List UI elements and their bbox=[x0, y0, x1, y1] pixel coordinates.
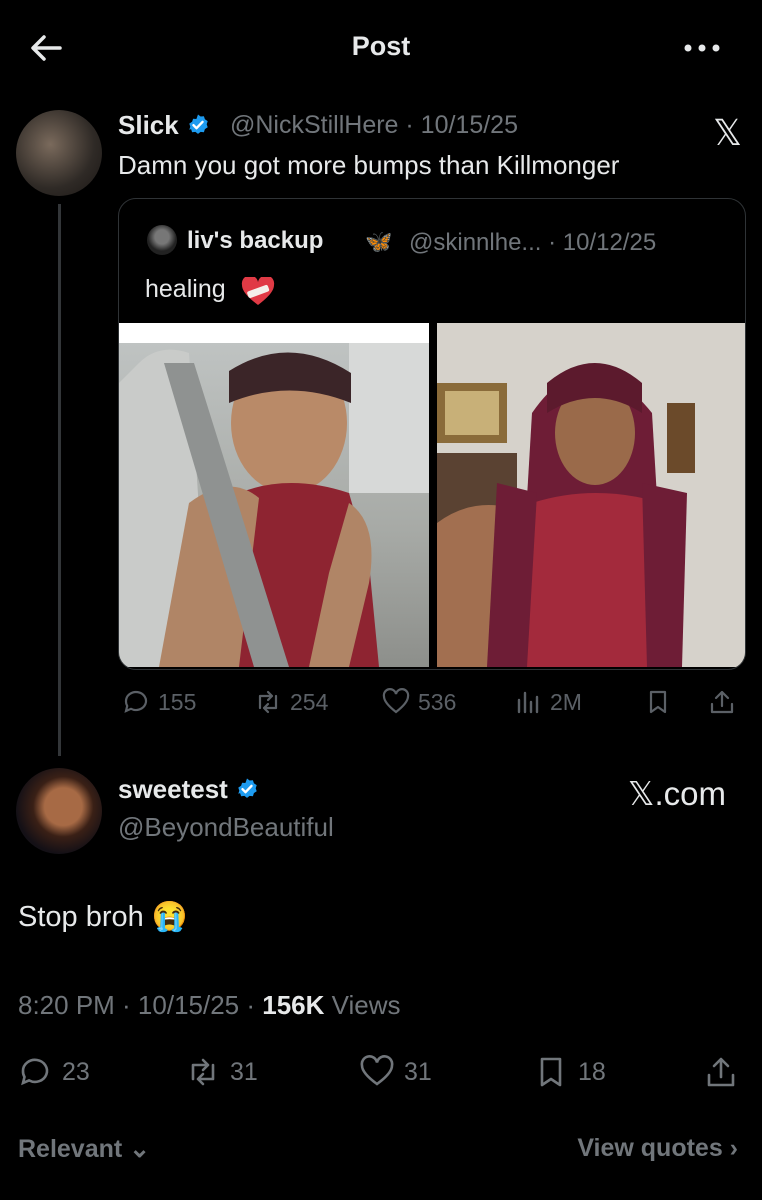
quoted-share-button[interactable] bbox=[708, 682, 736, 722]
bookmark-icon bbox=[540, 1057, 562, 1087]
share-icon bbox=[710, 690, 734, 714]
x-com-watermark: 𝕏.com bbox=[627, 775, 726, 812]
thread-line bbox=[58, 204, 61, 756]
reply-text: Stop broh 😭 bbox=[18, 900, 188, 934]
reply-icon bbox=[124, 690, 148, 713]
quoted-image-left[interactable] bbox=[119, 323, 429, 667]
reply-icon bbox=[21, 1058, 49, 1086]
heart-icon bbox=[382, 688, 410, 714]
verified-badge-icon bbox=[189, 114, 208, 134]
quoted-repost-button[interactable]: 254 bbox=[254, 682, 328, 722]
mending-heart-icon bbox=[241, 277, 275, 305]
reply-timestamp: 8:20 PM · 10/15/25 · bbox=[18, 990, 263, 1020]
reply-views-label: Views bbox=[324, 990, 401, 1020]
butterfly-icon: 🦋 bbox=[365, 229, 393, 254]
reply-actions: 23 31 31 18 bbox=[0, 1050, 762, 1094]
quoted-like-button[interactable]: 536 bbox=[382, 682, 456, 722]
quoted-views[interactable]: 2M bbox=[514, 682, 582, 722]
quoted-author-name: liv's backup bbox=[187, 227, 324, 254]
top-bar: Post bbox=[0, 0, 762, 96]
heart-icon bbox=[360, 1055, 394, 1086]
quoted-tweet-card[interactable]: liv's backup 🦋 @skinnlhe... · 10/12/25 h… bbox=[118, 198, 746, 670]
reply-button[interactable]: 23 bbox=[18, 1050, 90, 1094]
share-button[interactable] bbox=[704, 1050, 738, 1094]
tweet-handle-date: @NickStillHere · 10/15/25 bbox=[230, 111, 518, 139]
quoted-bookmark-button[interactable] bbox=[644, 682, 672, 722]
quoted-like-count: 536 bbox=[418, 688, 457, 715]
crying-face-emoji: 😭 bbox=[151, 901, 188, 933]
reply-count: 23 bbox=[62, 1057, 90, 1086]
repost-button[interactable]: 31 bbox=[186, 1050, 258, 1094]
repost-icon bbox=[191, 1058, 215, 1086]
reply-meta: 8:20 PM · 10/15/25 · 156K Views bbox=[18, 990, 401, 1021]
quoted-reply-count: 155 bbox=[158, 688, 197, 715]
repost-icon bbox=[258, 690, 278, 714]
reply-handle: @BeyondBeautiful bbox=[118, 812, 334, 842]
avatar-slick[interactable] bbox=[16, 110, 102, 196]
avatar-sweetest[interactable] bbox=[16, 768, 102, 854]
like-count: 31 bbox=[404, 1057, 432, 1086]
reply-text-body: Stop broh bbox=[18, 901, 144, 933]
like-button[interactable]: 31 bbox=[360, 1050, 432, 1094]
quoted-views-count: 2M bbox=[550, 688, 582, 715]
reply-author[interactable]: sweetest bbox=[118, 774, 259, 805]
quoted-image-right[interactable] bbox=[437, 323, 745, 667]
page-title: Post bbox=[351, 31, 411, 61]
bookmark-icon bbox=[649, 690, 667, 714]
verified-badge-icon bbox=[238, 778, 257, 798]
tweet-text: Damn you got more bumps than Killmonger bbox=[118, 150, 620, 180]
analytics-icon bbox=[517, 691, 539, 714]
tweet-author[interactable]: Slick bbox=[118, 110, 210, 141]
x-logo-icon: 𝕏 bbox=[712, 112, 742, 153]
photo-right-illustration bbox=[437, 323, 745, 667]
repost-count: 31 bbox=[230, 1057, 258, 1086]
relevant-sort-dropdown[interactable]: Relevant ⌄ bbox=[18, 1134, 150, 1164]
author-name: Slick bbox=[118, 110, 179, 140]
more-options-icon[interactable] bbox=[682, 36, 722, 60]
reply-author-name: sweetest bbox=[118, 774, 228, 804]
share-icon bbox=[707, 1057, 735, 1087]
bookmark-button[interactable]: 18 bbox=[534, 1050, 606, 1094]
view-quotes-link[interactable]: View quotes › bbox=[577, 1134, 738, 1163]
quoted-handle-date: @skinnlhe... · 10/12/25 bbox=[409, 229, 657, 256]
reply-views-count: 156K bbox=[262, 990, 325, 1020]
bookmark-count: 18 bbox=[578, 1057, 606, 1086]
quoted-text: healing bbox=[145, 275, 226, 303]
quoted-avatar bbox=[147, 225, 177, 255]
photo-left-illustration bbox=[119, 323, 429, 667]
quoted-repost-count: 254 bbox=[290, 688, 329, 715]
quoted-reply-button[interactable]: 155 bbox=[122, 682, 196, 722]
quoted-actions: 155 254 536 2M bbox=[118, 682, 746, 722]
